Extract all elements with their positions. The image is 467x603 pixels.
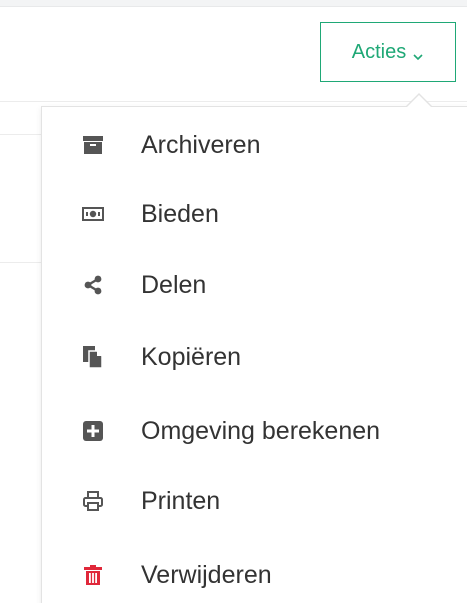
menu-item-label: Bieden — [141, 199, 219, 228]
header-divider — [0, 0, 467, 7]
menu-item-label: Verwijderen — [141, 560, 272, 589]
plus-square-icon — [82, 420, 104, 442]
menu-item-delen[interactable]: Delen — [42, 255, 467, 315]
menu-item-verwijderen[interactable]: Verwijderen — [42, 545, 467, 603]
trash-icon — [82, 564, 104, 586]
menu-item-omgeving-berekenen[interactable]: Omgeving berekenen — [42, 401, 467, 461]
menu-item-label: Archiveren — [141, 130, 261, 159]
actions-dropdown-menu: Archiveren Bieden Delen Kopiëren Omgevin… — [41, 106, 467, 603]
share-icon — [82, 274, 104, 296]
menu-item-archiveren[interactable]: Archiveren — [42, 115, 467, 175]
acties-button[interactable]: Acties — [320, 22, 456, 82]
menu-item-printen[interactable]: Printen — [42, 471, 467, 531]
divider-line — [0, 262, 42, 263]
menu-item-label: Delen — [141, 270, 207, 299]
menu-item-label: Omgeving berekenen — [141, 416, 381, 445]
menu-item-bieden[interactable]: Bieden — [42, 184, 467, 244]
acties-button-label: Acties — [351, 40, 407, 63]
page: Acties Archiveren Bieden Delen Kopiëren … — [0, 0, 467, 603]
print-icon — [82, 490, 104, 512]
chevron-down-icon — [412, 46, 424, 61]
copy-icon — [82, 346, 104, 368]
archive-icon — [82, 134, 104, 156]
menu-item-kopieren[interactable]: Kopiëren — [42, 327, 467, 387]
dropdown-caret — [406, 95, 432, 108]
menu-item-label: Printen — [141, 486, 221, 515]
money-icon — [82, 203, 104, 225]
menu-item-label: Kopiëren — [141, 342, 242, 371]
divider-line — [0, 134, 42, 135]
divider-line — [0, 101, 467, 102]
